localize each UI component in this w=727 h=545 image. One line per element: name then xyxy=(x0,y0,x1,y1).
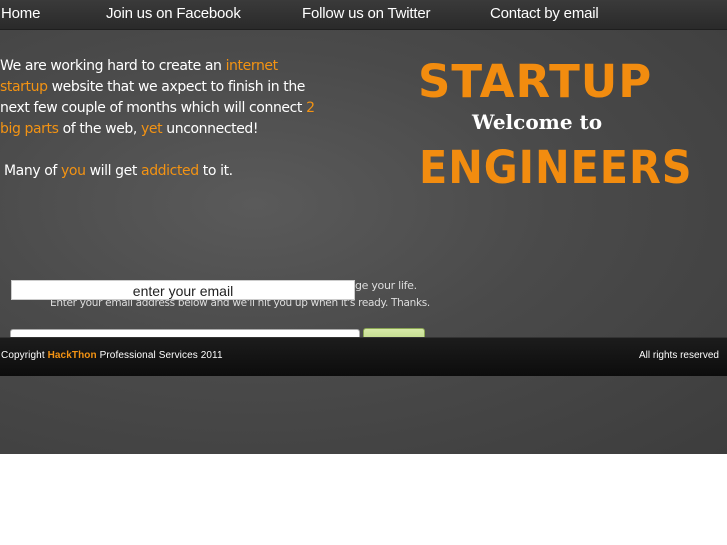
intro-text: next few couple of months which will con… xyxy=(0,100,307,116)
nav-home-link[interactable]: Home xyxy=(1,5,40,22)
logo-startup-text: STARTUP xyxy=(418,55,653,108)
intro-text: Many of xyxy=(4,163,62,179)
brand-name: HackThon xyxy=(47,350,97,361)
intro-text: to it. xyxy=(198,163,233,179)
top-navigation: Home Join us on Facebook Follow us on Tw… xyxy=(0,0,727,30)
intro-line-4: big parts of the web, yet unconnected! xyxy=(0,119,259,140)
intro-highlight: addicted xyxy=(141,163,199,179)
intro-highlight: yet xyxy=(141,121,163,137)
rights-text: All rights reserved xyxy=(638,350,719,361)
intro-text: unconnected! xyxy=(162,121,259,137)
intro-text: We are working hard to create an xyxy=(0,58,226,74)
intro-highlight: startup xyxy=(0,79,48,95)
intro-line-2: startup website that we axpect to finish… xyxy=(0,77,305,98)
intro-line-1: We are working hard to create an interne… xyxy=(0,56,278,77)
intro-highlight: big parts xyxy=(0,121,59,137)
signup-text-fragment: ge your life. xyxy=(355,279,417,292)
landing-page: Home Join us on Facebook Follow us on Tw… xyxy=(0,0,727,454)
intro-line-5: Many of you will get addicted to it. xyxy=(4,161,233,182)
copyright-text: Copyright HackThon Professional Services… xyxy=(1,350,223,361)
intro-highlight: internet xyxy=(225,58,279,74)
nav-facebook-link[interactable]: Join us on Facebook xyxy=(106,5,241,22)
intro-line-3: next few couple of months which will con… xyxy=(0,98,315,119)
copyright-suffix: Professional Services 2011 xyxy=(96,350,223,361)
email-label-box: enter your email xyxy=(11,280,355,300)
nav-contact-email-link[interactable]: Contact by email xyxy=(490,5,599,22)
intro-highlight: you xyxy=(61,163,86,179)
intro-highlight: 2 xyxy=(306,100,315,116)
copyright-prefix: Copyright xyxy=(1,350,48,361)
nav-twitter-link[interactable]: Follow us on Twitter xyxy=(302,5,430,22)
logo-welcome-text: Welcome to xyxy=(472,110,603,134)
intro-text: of the web, xyxy=(58,121,142,137)
logo-engineers-text: ENGINEERS xyxy=(419,141,693,194)
footer: Copyright HackThon Professional Services… xyxy=(0,337,727,376)
intro-text: website that we axpect to finish in the xyxy=(47,79,306,95)
intro-text: will get xyxy=(85,163,142,179)
